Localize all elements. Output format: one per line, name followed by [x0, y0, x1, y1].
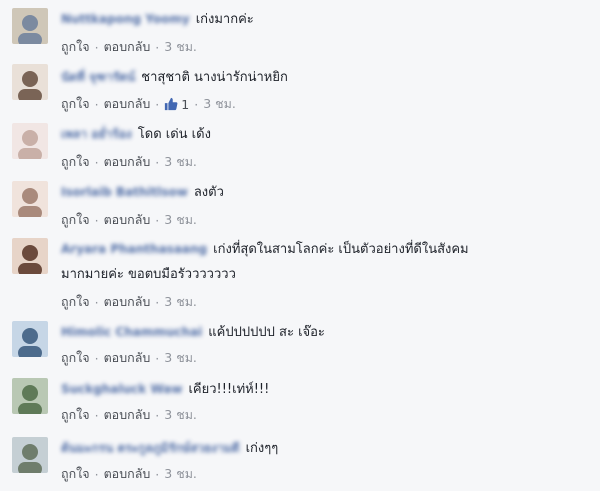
avatar-image — [12, 123, 48, 159]
comment-actions: ถูกใจ · ตอบกลับ · 3 ชม. — [61, 292, 197, 312]
comment-text: ลงตัว — [193, 185, 224, 200]
timestamp[interactable]: 3 ชม. — [164, 348, 197, 368]
like-link[interactable]: ถูกใจ — [61, 348, 90, 368]
separator: · — [94, 154, 99, 170]
comment-body: เพลา อย่ำร้อง โดด เด่น เด้ง — [61, 123, 211, 146]
commenter-name[interactable]: Himolic Chammuchai — [61, 321, 202, 344]
commenter-name[interactable]: เพลา อย่ำร้อง — [61, 123, 132, 146]
commenter-name[interactable]: Nuttkapong Yoomy — [61, 8, 190, 31]
separator: · — [94, 294, 99, 310]
separator: · — [94, 212, 99, 228]
timestamp[interactable]: 3 ชม. — [203, 94, 236, 114]
comment-actions: ถูกใจ · ตอบกลับ · 3 ชม. — [61, 348, 197, 368]
reply-link[interactable]: ตอบกลับ — [104, 37, 151, 57]
avatar-image — [12, 238, 48, 274]
separator: · — [94, 466, 99, 482]
comment-actions: ถูกใจ · ตอบกลับ · 3 ชม. — [61, 405, 197, 425]
avatar[interactable] — [12, 321, 48, 357]
separator: · — [155, 294, 160, 310]
commenter-name[interactable]: Aryara Phanthasaang — [61, 238, 207, 261]
avatar-image — [12, 378, 48, 414]
like-link[interactable]: ถูกใจ — [61, 405, 90, 425]
separator: · — [94, 39, 99, 55]
avatar[interactable] — [12, 123, 48, 159]
comment-body: นัดที่ จุฑารัตน์ ชาสุชาติ นางน่ารักน่าหยิ… — [61, 66, 288, 89]
comment-text-line-2: มากมายค่ะ ขอตบมือรัววววววว — [61, 267, 236, 282]
commenter-name[interactable]: Suckghaluck Waw — [61, 378, 182, 401]
comment-actions: ถูกใจ · ตอบกลับ · 3 ชม. — [61, 210, 197, 230]
comment-actions: ถูกใจ · ตอบกลับ · 3 ชม. — [61, 37, 197, 57]
comment-text: โดด เด่น เด้ง — [137, 127, 211, 142]
reply-link[interactable]: ตอบกลับ — [104, 210, 151, 230]
separator: · — [155, 212, 160, 228]
reply-link[interactable]: ตอบกลับ — [104, 152, 151, 172]
comment-body: Aryara Phanthasaang เก่งที่สุดในสามโลกค่ะ… — [61, 238, 469, 261]
separator: · — [155, 96, 160, 112]
avatar[interactable] — [12, 378, 48, 414]
like-link[interactable]: ถูกใจ — [61, 152, 90, 172]
comment-text: ชาสุชาติ นางน่ารักน่าหยิก — [141, 70, 288, 85]
like-link[interactable]: ถูกใจ — [61, 464, 90, 484]
like-link[interactable]: ถูกใจ — [61, 292, 90, 312]
separator: · — [194, 96, 199, 112]
timestamp[interactable]: 3 ชม. — [164, 152, 197, 172]
comment-actions: ถูกใจ · ตอบกลับ · 3 ชม. — [61, 464, 197, 484]
timestamp[interactable]: 3 ชม. — [164, 210, 197, 230]
avatar[interactable] — [12, 181, 48, 217]
like-link[interactable]: ถูกใจ — [61, 210, 90, 230]
commenter-name[interactable]: Isorlaib Bathitlsow — [61, 181, 188, 204]
like-count: 1 — [181, 96, 190, 112]
comment-body: ต้นมะกรน ตระกูลภูมิรักษ์สวยงามดี เก่งๆๆ — [61, 437, 278, 460]
comment-actions: ถูกใจ · ตอบกลับ · 3 ชม. — [61, 152, 197, 172]
separator: · — [155, 466, 160, 482]
comment-body: Suckghaluck Waw เคียว!!!เท่ห์!!! — [61, 378, 269, 401]
separator: · — [94, 96, 99, 112]
avatar[interactable] — [12, 238, 48, 274]
separator: · — [94, 407, 99, 423]
comment-body: Himolic Chammuchai แค้ปปปปปป สะ เจ๊อะ — [61, 321, 325, 344]
like-count-badge[interactable]: 1 — [164, 97, 189, 112]
timestamp[interactable]: 3 ชม. — [164, 464, 197, 484]
timestamp[interactable]: 3 ชม. — [164, 292, 197, 312]
comment-text: เก่งที่สุดในสามโลกค่ะ เป็นตัวอย่างที่ดีใ… — [213, 242, 469, 257]
avatar-image — [12, 321, 48, 357]
like-link[interactable]: ถูกใจ — [61, 94, 90, 114]
reply-link[interactable]: ตอบกลับ — [104, 464, 151, 484]
avatar[interactable] — [12, 437, 48, 473]
comment-text: เก่งๆๆ — [245, 441, 279, 456]
comment-body: Isorlaib Bathitlsow ลงตัว — [61, 181, 224, 204]
avatar-image — [12, 181, 48, 217]
avatar-image — [12, 8, 48, 44]
separator: · — [94, 350, 99, 366]
timestamp[interactable]: 3 ชม. — [164, 37, 197, 57]
comment-body: Nuttkapong Yoomy เก่งมากค่ะ — [61, 8, 254, 31]
comment-text: เคียว!!!เท่ห์!!! — [188, 382, 270, 397]
avatar-image — [12, 437, 48, 473]
avatar[interactable] — [12, 8, 48, 44]
like-link[interactable]: ถูกใจ — [61, 37, 90, 57]
commenter-name[interactable]: ต้นมะกรน ตระกูลภูมิรักษ์สวยงามดี — [61, 437, 240, 460]
separator: · — [155, 407, 160, 423]
reply-link[interactable]: ตอบกลับ — [104, 348, 151, 368]
separator: · — [155, 350, 160, 366]
reply-link[interactable]: ตอบกลับ — [104, 292, 151, 312]
separator: · — [155, 39, 160, 55]
separator: · — [155, 154, 160, 170]
comment-text: เก่งมากค่ะ — [195, 12, 254, 27]
reply-link[interactable]: ตอบกลับ — [104, 94, 151, 114]
thumbs-up-icon — [165, 97, 178, 111]
timestamp[interactable]: 3 ชม. — [164, 405, 197, 425]
avatar-image — [12, 64, 48, 100]
comment-text: แค้ปปปปปป สะ เจ๊อะ — [208, 325, 325, 340]
avatar[interactable] — [12, 64, 48, 100]
commenter-name[interactable]: นัดที่ จุฑารัตน์ — [61, 66, 135, 89]
comment-actions: ถูกใจ · ตอบกลับ · 1 · 3 ชม. — [61, 94, 236, 114]
reply-link[interactable]: ตอบกลับ — [104, 405, 151, 425]
